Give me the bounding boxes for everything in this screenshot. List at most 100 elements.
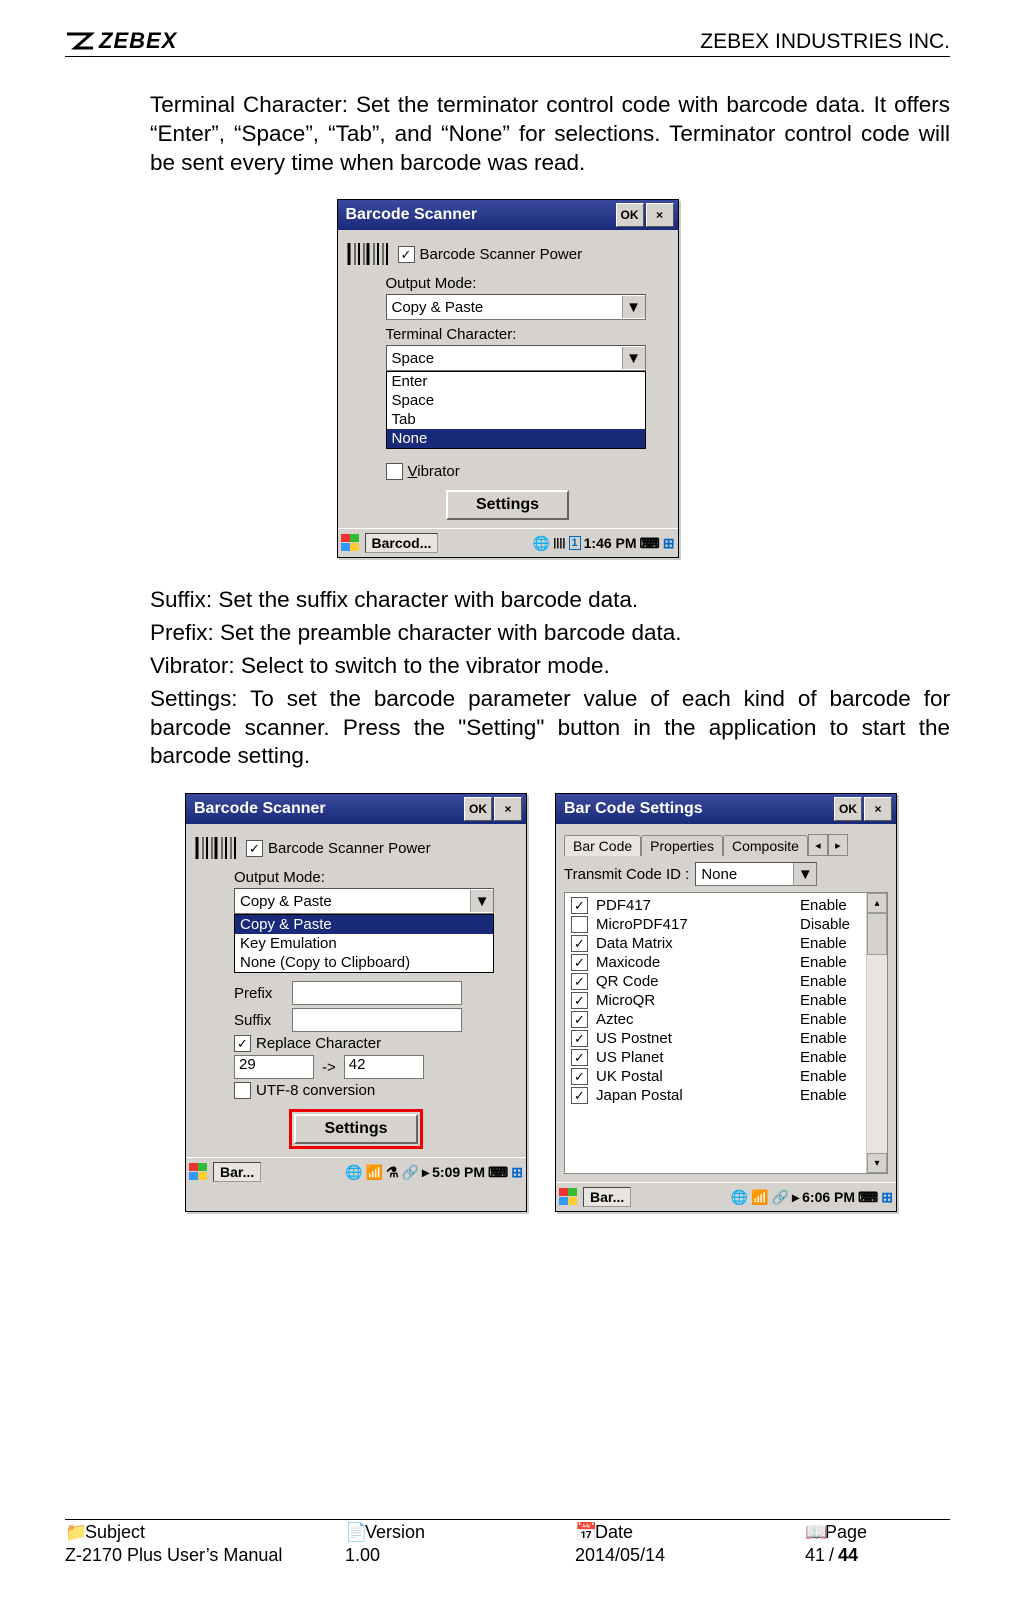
list-item[interactable]: ✓US PlanetEnable (565, 1048, 866, 1067)
terminal-value: Space (387, 350, 622, 367)
logo-text: ZEBEX (99, 28, 177, 54)
chevron-down-icon: ▼ (470, 890, 493, 912)
barcode-type-list: ✓PDF417EnableMicroPDF417Disable✓Data Mat… (564, 892, 888, 1174)
prefix-input[interactable] (292, 981, 462, 1005)
code-checkbox[interactable]: ✓ (571, 1068, 588, 1085)
replace-from-input[interactable]: 29 (234, 1055, 314, 1079)
code-name: Aztec (596, 1011, 800, 1028)
list-item[interactable]: ✓MaxicodeEnable (565, 953, 866, 972)
tab-scroll-left[interactable]: ◂ (808, 834, 828, 856)
clock: 1:46 PM (584, 535, 637, 551)
list-item[interactable]: ✓Japan PostalEnable (565, 1086, 866, 1105)
keyboard-icon[interactable]: ⌨ (640, 535, 660, 552)
list-item[interactable]: ✓MicroQREnable (565, 991, 866, 1010)
page-header: ZEBEX ZEBEX INDUSTRIES INC. (65, 0, 950, 57)
replace-to-input[interactable]: 42 (344, 1055, 424, 1079)
output-mode-dropdown[interactable]: Copy & Paste ▼ (234, 888, 494, 914)
code-checkbox[interactable]: ✓ (571, 935, 588, 952)
start-icon[interactable] (341, 534, 361, 552)
code-checkbox[interactable]: ✓ (571, 1011, 588, 1028)
keyboard-icon[interactable]: ⌨ (488, 1164, 508, 1181)
code-checkbox[interactable]: ✓ (571, 1030, 588, 1047)
tab-composite[interactable]: Composite (723, 835, 808, 856)
output-mode-dropdown[interactable]: Copy & Paste ▼ (386, 294, 646, 320)
doc-icon: 📄 (345, 1522, 361, 1543)
list-item[interactable]: MicroPDF417Disable (565, 915, 866, 934)
close-button[interactable]: × (864, 797, 892, 821)
code-status: Enable (800, 1030, 860, 1047)
settings-button[interactable]: Settings (294, 1114, 417, 1144)
code-name: Data Matrix (596, 935, 800, 952)
list-item-selected[interactable]: None (387, 429, 645, 448)
code-checkbox[interactable]: ✓ (571, 992, 588, 1009)
list-item[interactable]: ✓ PDF417Enable (565, 896, 866, 915)
globe-icon: 🌐 (345, 1164, 362, 1181)
settings-button[interactable]: Settings (446, 490, 569, 520)
arrow-icon: ▸ (792, 1189, 799, 1206)
code-checkbox[interactable]: ✓ (571, 1049, 588, 1066)
power-checkbox[interactable]: ✓ (246, 840, 263, 857)
start-icon[interactable] (559, 1188, 579, 1206)
vibrator-checkbox[interactable] (386, 463, 403, 480)
tab-scroll-right[interactable]: ▸ (828, 834, 848, 856)
code-name: MicroPDF417 (596, 916, 800, 933)
list-item[interactable]: Enter (387, 372, 645, 391)
list-item[interactable]: Tab (387, 410, 645, 429)
ok-button[interactable]: OK (616, 203, 644, 227)
code-checkbox[interactable] (571, 916, 588, 933)
taskbar-app[interactable]: Bar... (213, 1162, 261, 1182)
terminal-character-dropdown[interactable]: Space ▼ (386, 345, 646, 371)
window-title: Bar Code Settings (560, 800, 832, 818)
list-item[interactable]: ✓US PostnetEnable (565, 1029, 866, 1048)
list-item[interactable]: Space (387, 391, 645, 410)
list-item-selected[interactable]: Copy & Paste (235, 915, 493, 934)
scroll-down-icon[interactable]: ▾ (867, 1153, 887, 1173)
list-item[interactable]: Key Emulation (235, 934, 493, 953)
ok-button[interactable]: OK (834, 797, 862, 821)
footer-version-label: Version (365, 1522, 425, 1543)
volume-icon: ⚗ (386, 1164, 399, 1181)
window-barcode-scanner-1: Barcode Scanner OK × ✓ (337, 199, 679, 558)
utf8-checkbox[interactable] (234, 1082, 251, 1099)
output-mode-value: Copy & Paste (387, 299, 622, 316)
code-checkbox[interactable]: ✓ (571, 973, 588, 990)
suffix-input[interactable] (292, 1008, 462, 1032)
scrollbar[interactable]: ▴ ▾ (866, 893, 887, 1173)
ok-button[interactable]: OK (464, 797, 492, 821)
power-checkbox[interactable]: ✓ (398, 246, 415, 263)
keyboard-icon[interactable]: ⌨ (858, 1189, 878, 1206)
desktop-icon[interactable]: ⊞ (881, 1189, 893, 1206)
code-status: Enable (800, 897, 860, 914)
code-name: US Planet (596, 1049, 800, 1066)
tab-properties[interactable]: Properties (641, 835, 723, 856)
list-item[interactable]: ✓Data MatrixEnable (565, 934, 866, 953)
start-icon[interactable] (189, 1163, 209, 1181)
paragraph-prefix: Prefix: Set the preamble character with … (150, 619, 950, 648)
replace-checkbox[interactable]: ✓ (234, 1035, 251, 1052)
list-item[interactable]: None (Copy to Clipboard) (235, 953, 493, 972)
code-name: MicroQR (596, 992, 800, 1009)
scroll-up-icon[interactable]: ▴ (867, 893, 887, 913)
code-checkbox[interactable]: ✓ (571, 1087, 588, 1104)
list-item[interactable]: ✓QR CodeEnable (565, 972, 866, 991)
taskbar-app[interactable]: Barcod... (365, 533, 439, 553)
barcode-icon (194, 833, 238, 863)
footer-page-label: Page (825, 1522, 867, 1543)
close-button[interactable]: × (646, 203, 674, 227)
output-mode-options-list[interactable]: Copy & Paste Key Emulation None (Copy to… (234, 914, 494, 973)
code-checkbox[interactable]: ✓ (571, 954, 588, 971)
close-button[interactable]: × (494, 797, 522, 821)
code-checkbox[interactable]: ✓ (571, 897, 588, 914)
footer-version-value: 1.00 (345, 1545, 380, 1566)
list-item[interactable]: ✓UK PostalEnable (565, 1067, 866, 1086)
desktop-icon[interactable]: ⊞ (663, 535, 675, 552)
transmit-code-dropdown[interactable]: None ▼ (695, 862, 817, 886)
taskbar-app[interactable]: Bar... (583, 1187, 631, 1207)
scroll-thumb[interactable] (867, 913, 887, 955)
code-name: PDF417 (596, 897, 800, 914)
tab-barcode[interactable]: Bar Code (564, 835, 641, 856)
terminal-options-list[interactable]: Enter Space Tab None (386, 371, 646, 449)
desktop-icon[interactable]: ⊞ (511, 1164, 523, 1181)
power-label: Barcode Scanner Power (420, 246, 583, 263)
list-item[interactable]: ✓AztecEnable (565, 1010, 866, 1029)
